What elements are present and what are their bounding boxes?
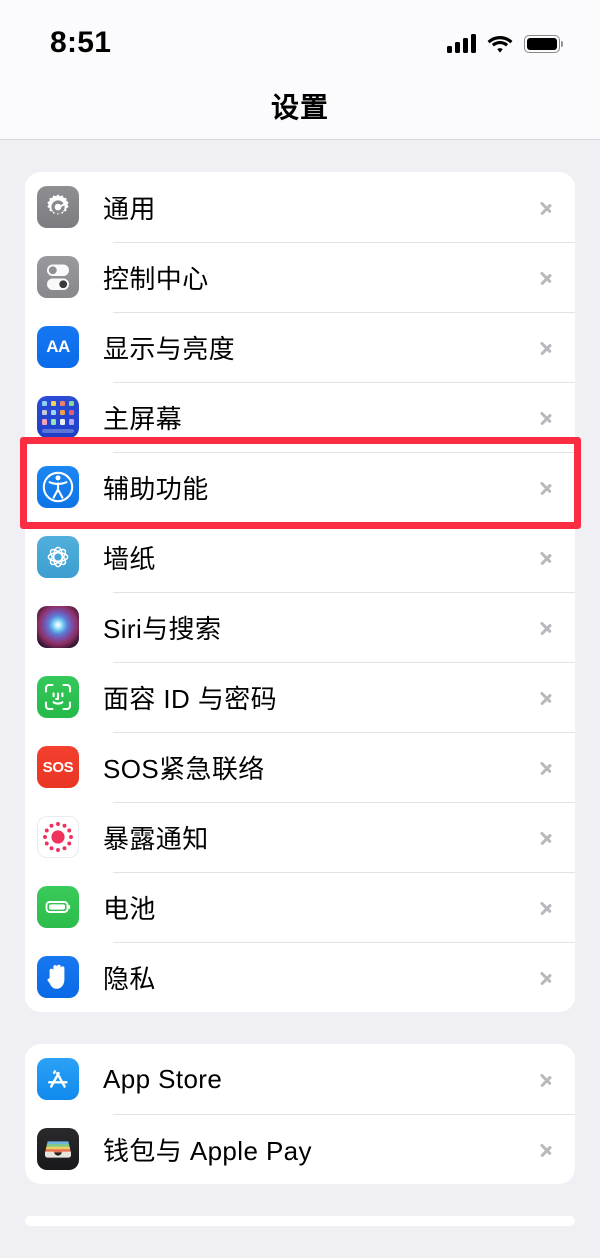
- settings-row-siri-search[interactable]: Siri与搜索: [25, 592, 575, 662]
- settings-row-label: 钱包与 Apple Pay: [103, 1135, 312, 1166]
- siri-icon: [37, 606, 79, 648]
- accessibility-icon: [37, 466, 79, 508]
- settings-row-label: 主屏幕: [103, 403, 183, 434]
- settings-row-wallpaper[interactable]: 墙纸: [25, 522, 575, 592]
- settings-row-label: SOS紧急联络: [103, 753, 265, 784]
- settings-row-general[interactable]: 通用: [25, 172, 575, 242]
- settings-group-system: 通用 控制中心 AA 显示与亮度 主屏幕 辅助功能 墙纸 Siri与搜索 面容 …: [25, 172, 575, 1012]
- wifi-icon: [487, 35, 513, 54]
- chevron-right-icon: [540, 686, 553, 708]
- settings-row-label: 控制中心: [103, 263, 209, 294]
- settings-row-label: 隐私: [103, 963, 156, 994]
- settings-row-label: 辅助功能: [103, 473, 209, 504]
- page-title: 设置: [270, 92, 329, 123]
- chevron-right-icon: [540, 476, 553, 498]
- chevron-right-icon: [540, 406, 553, 428]
- settings-row-label: 显示与亮度: [103, 333, 236, 364]
- control-center-icon: [37, 256, 79, 298]
- display-icon-label: AA: [46, 337, 70, 356]
- settings-group-partial: [25, 1216, 575, 1226]
- settings-row-display-brightness[interactable]: AA 显示与亮度: [25, 312, 575, 382]
- settings-row-label: 电池: [103, 893, 156, 924]
- settings-row-face-id-passcode[interactable]: 面容 ID 与密码: [25, 662, 575, 732]
- chevron-right-icon: [540, 1138, 553, 1160]
- chevron-right-icon: [540, 966, 553, 988]
- status-bar-time: 8:51: [50, 26, 112, 59]
- chevron-right-icon: [540, 896, 553, 918]
- status-bar-indicators: [447, 34, 564, 54]
- settings-row-label: 面容 ID 与密码: [103, 683, 278, 714]
- settings-screen: 8:51 设置 通用 控制中心 AA 显示与亮度 主屏幕 辅助功能 墙纸 Sir…: [0, 0, 600, 1258]
- navigation-bar: 设置: [0, 78, 600, 140]
- settings-row-privacy[interactable]: 隐私: [25, 942, 575, 1012]
- exposure-notification-icon: [37, 816, 79, 858]
- settings-row-wallet-apple-pay[interactable]: 钱包与 Apple Pay: [25, 1114, 575, 1184]
- sos-icon: SOS: [37, 746, 79, 788]
- settings-row-app-store[interactable]: App Store: [25, 1044, 575, 1114]
- chevron-right-icon: [540, 546, 553, 568]
- settings-list: 通用 控制中心 AA 显示与亮度 主屏幕 辅助功能 墙纸 Siri与搜索 面容 …: [0, 172, 600, 1226]
- settings-group-store: App Store 钱包与 Apple Pay: [25, 1044, 575, 1184]
- settings-row-emergency-sos[interactable]: SOS SOS紧急联络: [25, 732, 575, 802]
- gear-icon: [37, 186, 79, 228]
- settings-row-exposure-notifications[interactable]: 暴露通知: [25, 802, 575, 872]
- chevron-right-icon: [540, 336, 553, 358]
- settings-row-control-center[interactable]: 控制中心: [25, 242, 575, 312]
- chevron-right-icon: [540, 266, 553, 288]
- settings-row-label: Siri与搜索: [103, 613, 222, 644]
- settings-row-accessibility[interactable]: 辅助功能: [25, 452, 575, 522]
- sos-icon-label: SOS: [42, 758, 74, 776]
- chevron-right-icon: [540, 196, 553, 218]
- settings-row-home-screen[interactable]: 主屏幕: [25, 382, 575, 452]
- battery-icon: [524, 35, 564, 53]
- status-bar: 8:51: [0, 0, 600, 78]
- chevron-right-icon: [540, 1068, 553, 1090]
- battery-settings-icon: [37, 886, 79, 928]
- wallet-icon: [37, 1128, 79, 1170]
- settings-row-label: App Store: [103, 1063, 223, 1094]
- wallpaper-icon: [37, 536, 79, 578]
- privacy-hand-icon: [37, 956, 79, 998]
- display-brightness-icon: AA: [37, 326, 79, 368]
- chevron-right-icon: [540, 756, 553, 778]
- settings-row-label: 暴露通知: [103, 823, 209, 854]
- cellular-signal-icon: [447, 34, 476, 53]
- settings-row-label: 通用: [103, 193, 156, 224]
- settings-row-label: 墙纸: [103, 543, 156, 574]
- home-screen-icon: [37, 396, 79, 438]
- settings-row-battery[interactable]: 电池: [25, 872, 575, 942]
- chevron-right-icon: [540, 826, 553, 848]
- chevron-right-icon: [540, 616, 553, 638]
- app-store-icon: [37, 1058, 79, 1100]
- face-id-icon: [37, 676, 79, 718]
